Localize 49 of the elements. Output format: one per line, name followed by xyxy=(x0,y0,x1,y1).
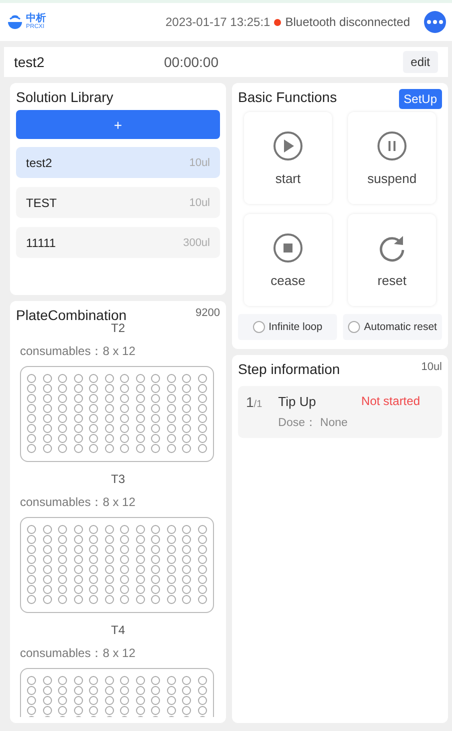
panel-title: Basic Functions xyxy=(238,89,337,105)
step-status: Not started xyxy=(361,394,420,409)
step-dose: Dose： None xyxy=(278,416,349,430)
solution-item[interactable]: TEST 10ul xyxy=(16,187,220,218)
datetime: 2023-01-17 13:25:1 xyxy=(165,15,270,29)
status-dot xyxy=(274,18,282,26)
option-radio[interactable]: Infinite loop xyxy=(238,314,337,340)
solution-volume: 300ul xyxy=(183,236,210,248)
plate-label: T3 xyxy=(110,472,126,486)
solution-volume: 10ul xyxy=(189,156,210,168)
plate-code: 9200 xyxy=(196,307,220,319)
logo-icon xyxy=(6,13,24,31)
panel-title: Step information xyxy=(238,361,340,377)
solution-name: TEST xyxy=(26,196,57,210)
play-icon xyxy=(273,130,303,160)
solution-name: test2 xyxy=(26,156,52,170)
consumables-text: consumables：8 x 12 xyxy=(20,494,136,511)
plate-label: T2 xyxy=(110,321,126,335)
run-name: test2 xyxy=(14,54,46,70)
edit-button[interactable]: edit xyxy=(402,51,438,73)
stop-button[interactable]: cease xyxy=(244,214,332,306)
consumables-text: consumables：8 x 12 xyxy=(20,343,136,360)
solution-item[interactable]: test2 10ul xyxy=(16,147,220,178)
setup-button[interactable]: SetUp xyxy=(398,89,442,109)
add-button[interactable]: + xyxy=(16,110,220,139)
step-name: Tip Up xyxy=(278,394,316,409)
solution-item[interactable]: 11111 300ul xyxy=(16,227,220,258)
bluetooth-status: Bluetooth disconnected xyxy=(285,15,410,29)
play-button[interactable]: start xyxy=(244,112,332,204)
option-radio[interactable]: Automatic reset xyxy=(343,314,442,340)
step-volume: 10ul xyxy=(421,361,442,373)
logo-text: 中析 xyxy=(26,14,46,24)
more-button[interactable] xyxy=(424,11,446,33)
pause-icon xyxy=(377,130,407,160)
option-label: Infinite loop xyxy=(268,321,322,333)
option-label: Automatic reset xyxy=(364,321,437,333)
step-index: 1 xyxy=(246,394,254,410)
stop-icon xyxy=(273,232,303,262)
timer: 00:00:00 xyxy=(164,54,218,70)
more-icon xyxy=(427,20,443,24)
step-total: /1 xyxy=(254,399,262,410)
solution-name: 11111 xyxy=(26,236,56,250)
pause-button[interactable]: suspend xyxy=(348,112,436,204)
panel-title: PlateCombination xyxy=(16,307,127,323)
consumables-text: consumables：8 x 12 xyxy=(20,645,136,662)
reset-button[interactable]: reset xyxy=(348,214,436,306)
panel-title: Solution Library xyxy=(16,89,114,105)
solution-volume: 10ul xyxy=(189,196,210,208)
plate-label: T4 xyxy=(110,623,126,637)
